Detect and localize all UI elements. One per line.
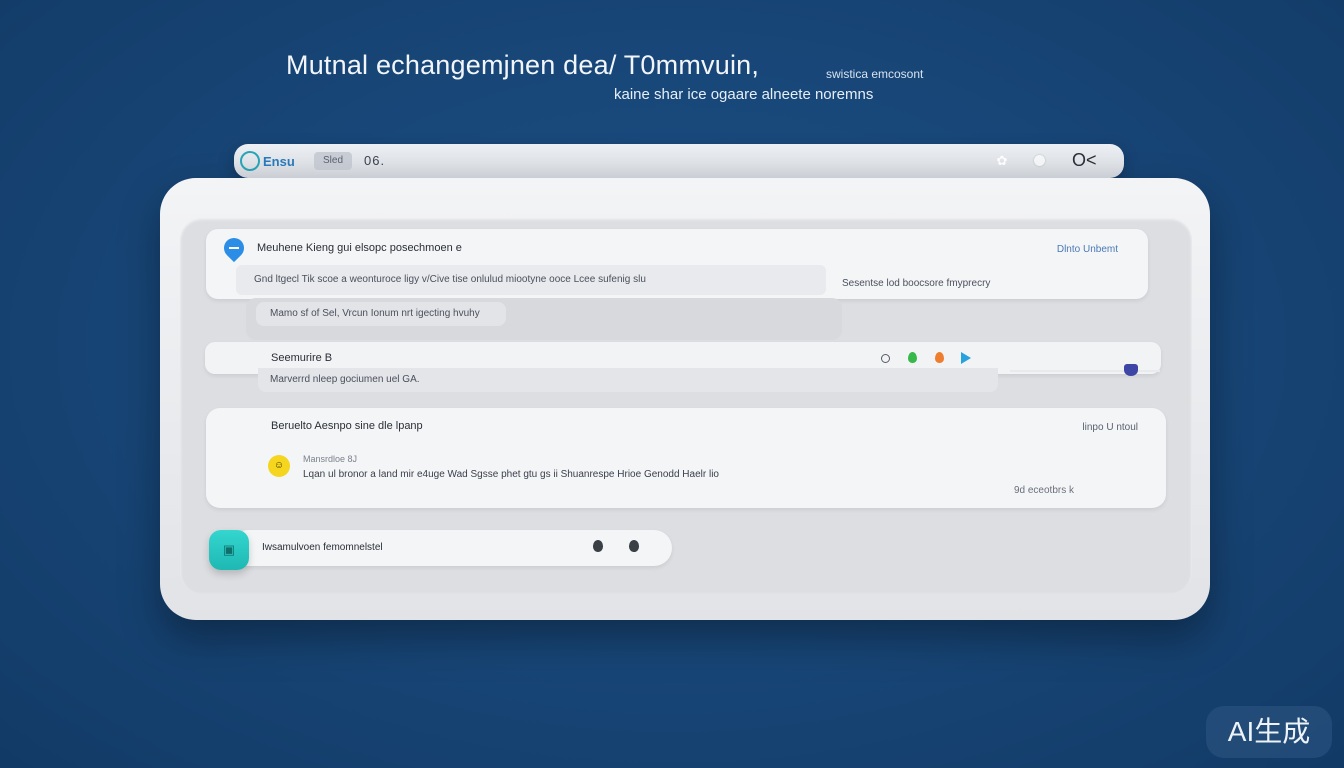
composer-bar[interactable]: Iwsamulvoen femomnelstel bbox=[230, 530, 672, 566]
card-text-line: Gnd ltgecl Tik scoe a weonturoce ligy v/… bbox=[236, 265, 826, 295]
card-tag[interactable]: linpo U ntoul bbox=[1082, 422, 1138, 433]
main-window: Meuhene Kieng gui elsopc posechmoen e Dl… bbox=[160, 178, 1210, 620]
message-meta: Mansrdloe 8J bbox=[303, 454, 358, 464]
card-title: Meuhene Kieng gui elsopc posechmoen e bbox=[257, 242, 462, 254]
green-drop-icon[interactable] bbox=[908, 352, 917, 363]
mic-icon[interactable] bbox=[593, 540, 603, 552]
section-title: Seemurire B bbox=[271, 352, 333, 364]
floating-suggestion-row: Mamo sf of Sel, Vrcun Ionum nrt igecting… bbox=[246, 298, 842, 340]
logo-icon bbox=[240, 151, 260, 171]
play-icon[interactable] bbox=[961, 352, 971, 364]
toolbar-value: 06. bbox=[364, 153, 386, 168]
emoji-icon: ☺ bbox=[268, 455, 290, 477]
section-subtext: Marverrd nleep gociumen uel GA. bbox=[258, 368, 998, 392]
message-card-secondary[interactable]: Beruelto Aesnpo sine dle lpanp linpo U n… bbox=[206, 408, 1166, 508]
page-subtitle: kaine shar ice ogaare alneete noremns bbox=[614, 86, 874, 103]
mic-icon[interactable] bbox=[629, 540, 639, 552]
slider-handle[interactable] bbox=[1124, 364, 1138, 376]
orange-drop-icon[interactable] bbox=[935, 352, 944, 363]
back-window-toolbar: Ensu Sled 06. ✿ O< bbox=[234, 144, 1124, 178]
app-logo[interactable]: Ensu bbox=[240, 149, 310, 173]
suggestion-pill[interactable]: Mamo sf of Sel, Vrcun Ionum nrt igecting… bbox=[256, 302, 506, 326]
toolbar-chip[interactable]: Sled bbox=[314, 152, 352, 170]
message-body: Lqan ul bronor a land mir e4uge Wad Sgss… bbox=[303, 469, 719, 480]
pin-icon bbox=[219, 233, 249, 263]
card-side-text: Sesentse lod boocsore fmyprecry bbox=[842, 278, 991, 289]
gear-icon[interactable]: ✿ bbox=[994, 153, 1010, 169]
composer-text: Iwsamulvoen femomnelstel bbox=[262, 542, 383, 553]
ai-watermark: AI生成 bbox=[1206, 706, 1332, 758]
close-icon[interactable]: O< bbox=[1072, 150, 1097, 171]
page-title: Mutnal echangemjnen dea/ T0mmvuin, bbox=[286, 50, 760, 80]
ring-icon[interactable] bbox=[881, 354, 890, 363]
card-tag[interactable]: Dlnto Unbemt bbox=[1057, 244, 1118, 255]
page-small-note: swistica emcosont bbox=[826, 67, 924, 81]
content-panel: Meuhene Kieng gui elsopc posechmoen e Dl… bbox=[180, 218, 1192, 594]
app-icon[interactable]: ▣ bbox=[209, 530, 249, 570]
message-footer: 9d eceotbrs k bbox=[1013, 485, 1074, 496]
message-card-primary[interactable]: Meuhene Kieng gui elsopc posechmoen e Dl… bbox=[206, 229, 1148, 299]
circle-icon[interactable] bbox=[1032, 153, 1048, 169]
card-title: Beruelto Aesnpo sine dle lpanp bbox=[271, 420, 423, 432]
logo-text: Ensu bbox=[263, 153, 295, 169]
